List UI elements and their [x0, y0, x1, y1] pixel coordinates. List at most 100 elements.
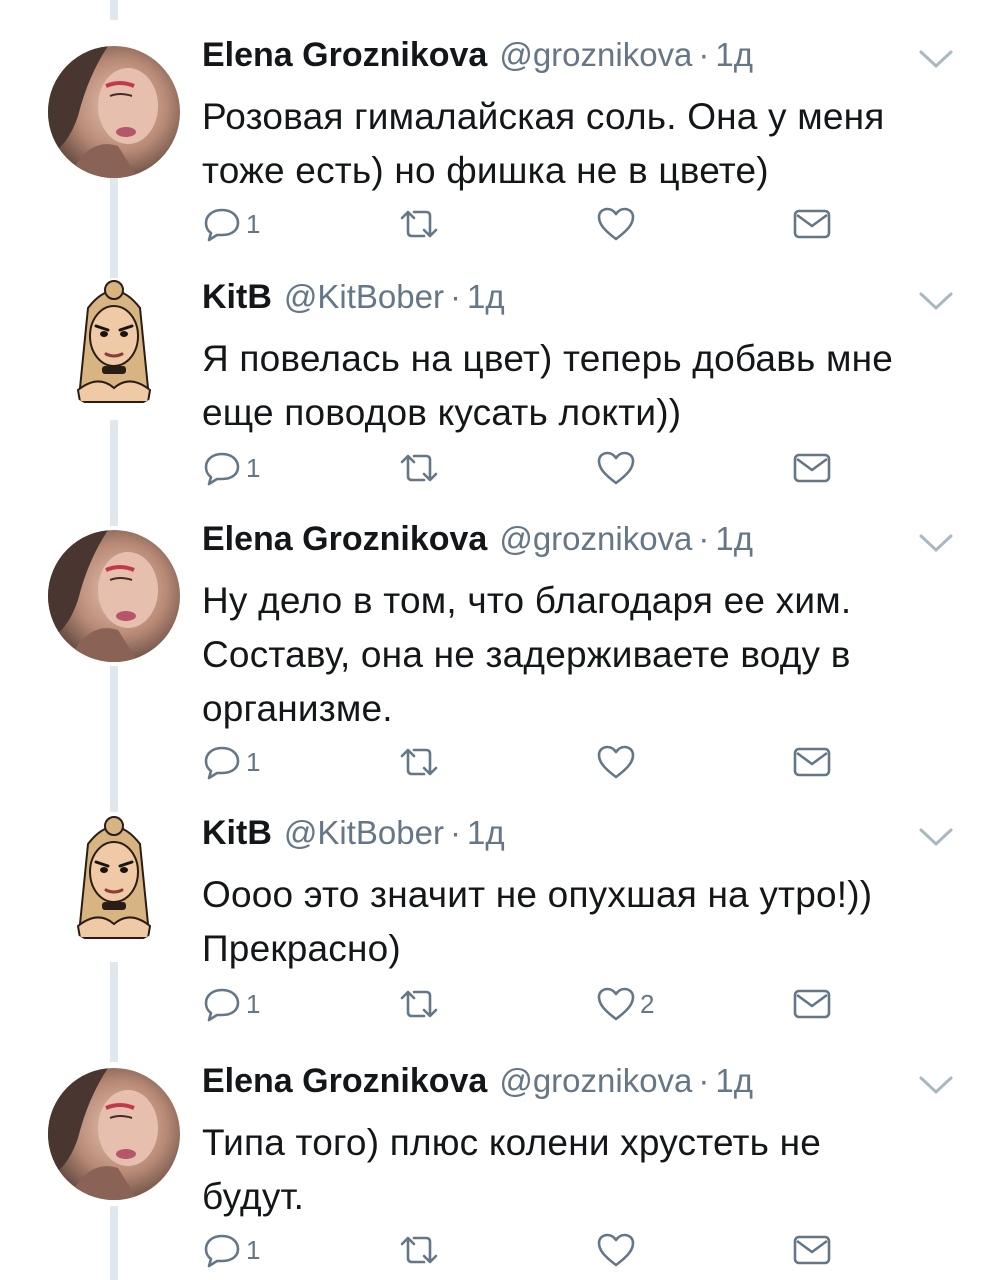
separator: · [698, 1062, 710, 1099]
tweet-actions: 1 [202, 206, 842, 246]
avatar[interactable] [48, 814, 180, 946]
dm-button[interactable] [792, 1232, 832, 1268]
timestamp[interactable]: 1д [467, 814, 505, 852]
envelope-icon [793, 209, 831, 239]
tweet-text-line: Типа того) плюс колени хрустеть не [202, 1122, 822, 1163]
author-name[interactable]: KitB [202, 278, 272, 317]
tweet-text-line: Я повелась на цвет) теперь добавь мне [202, 338, 894, 379]
author-name[interactable]: Elena Groznikova [202, 1062, 487, 1101]
reply-button[interactable]: 1 [202, 986, 260, 1022]
reply-icon [204, 746, 240, 780]
timestamp[interactable]: 1д [715, 520, 753, 558]
retweet-icon [400, 1236, 438, 1264]
reply-icon [204, 988, 240, 1022]
dm-button[interactable] [792, 986, 832, 1022]
reply-button[interactable]: 1 [202, 206, 260, 242]
tweet-header: Elena Groznikova @groznikova · 1д [202, 36, 753, 86]
author-handle[interactable]: @groznikova [499, 1062, 692, 1100]
envelope-icon [793, 989, 831, 1019]
author-name[interactable]: KitB [202, 814, 272, 853]
tweet-header: Elena Groznikova @groznikova · 1д [202, 1062, 753, 1112]
reply-icon [204, 208, 240, 242]
tweet-text-line: Оооо это значит не опухшая на утро!)) [202, 874, 873, 915]
tweet-text: Оооо это значит не опухшая на утро!)) Пр… [202, 868, 962, 976]
retweet-icon [400, 748, 438, 776]
chevron-down-icon[interactable] [918, 532, 954, 554]
tweet-text: Розовая гималайская соль. Она у меня тож… [202, 90, 962, 198]
timestamp[interactable]: 1д [467, 278, 505, 316]
separator: · [698, 36, 710, 73]
chevron-down-icon[interactable] [918, 826, 954, 848]
author-handle[interactable]: @KitBober [284, 814, 444, 852]
retweet-button[interactable] [398, 986, 440, 1022]
tweet-text-line: организме. [202, 688, 393, 729]
tweet[interactable]: KitB @KitBober · 1д Оооо это значит не о… [0, 814, 996, 1044]
timestamp[interactable]: 1д [715, 36, 753, 74]
retweet-button[interactable] [398, 450, 440, 486]
chevron-down-icon[interactable] [918, 1074, 954, 1096]
like-count: 2 [640, 988, 655, 1019]
separator: · [449, 278, 461, 315]
dm-button[interactable] [792, 744, 832, 780]
reply-count: 1 [246, 1234, 261, 1265]
tweet[interactable]: Elena Groznikova @groznikova · 1д Типа т… [0, 1062, 996, 1280]
tweet-text: Ну дело в том, что благодаря ее хим. Сос… [202, 574, 962, 736]
avatar[interactable] [48, 278, 180, 410]
author-handle[interactable]: @groznikova [499, 36, 692, 74]
tweet-actions: 1 [202, 1232, 842, 1272]
tweet[interactable]: Elena Groznikova @groznikova · 1д Ну дел… [0, 520, 996, 800]
retweet-icon [400, 454, 438, 482]
heart-icon [597, 207, 635, 241]
reply-icon [204, 452, 240, 486]
author-handle[interactable]: @groznikova [499, 520, 692, 558]
reply-count: 1 [246, 746, 261, 777]
author-name[interactable]: Elena Groznikova [202, 520, 487, 559]
avatar[interactable] [48, 1068, 180, 1200]
reply-count: 1 [246, 452, 261, 483]
tweet-text: Я повелась на цвет) теперь добавь мне ещ… [202, 332, 962, 440]
reply-icon [204, 1234, 240, 1268]
envelope-icon [793, 1235, 831, 1265]
reply-button[interactable]: 1 [202, 1232, 260, 1268]
reply-button[interactable]: 1 [202, 450, 260, 486]
heart-icon [597, 987, 635, 1021]
heart-icon [597, 1233, 635, 1267]
tweet-header: KitB @KitBober · 1д [202, 814, 505, 864]
separator: · [449, 814, 461, 851]
avatar[interactable] [48, 46, 180, 178]
chevron-down-icon[interactable] [918, 48, 954, 70]
retweet-button[interactable] [398, 744, 440, 780]
like-button[interactable] [596, 1232, 640, 1268]
reply-count: 1 [246, 208, 261, 239]
like-button[interactable] [596, 744, 640, 780]
tweet[interactable]: Elena Groznikova @groznikova · 1д Розова… [0, 36, 996, 266]
like-button[interactable] [596, 206, 640, 242]
tweet-actions: 1 [202, 744, 842, 784]
timestamp[interactable]: 1д [715, 1062, 753, 1100]
retweet-button[interactable] [398, 1232, 440, 1268]
tweet-header: Elena Groznikova @groznikova · 1д [202, 520, 753, 570]
retweet-button[interactable] [398, 206, 440, 242]
tweet-text-line: Прекрасно) [202, 928, 401, 969]
heart-icon [597, 451, 635, 485]
like-button[interactable] [596, 450, 640, 486]
tweet-actions: 1 [202, 450, 842, 490]
reply-count: 1 [246, 988, 261, 1019]
author-name[interactable]: Elena Groznikova [202, 36, 487, 75]
avatar[interactable] [48, 530, 180, 662]
retweet-icon [400, 990, 438, 1018]
tweet-text-line: будут. [202, 1176, 305, 1217]
tweet-actions: 1 2 [202, 986, 842, 1026]
author-handle[interactable]: @KitBober [284, 278, 444, 316]
retweet-icon [400, 210, 438, 238]
tweet-text-line: Ну дело в том, что благодаря ее хим. [202, 580, 852, 621]
tweet-text-line: еще поводов кусать локти)) [202, 392, 682, 433]
dm-button[interactable] [792, 450, 832, 486]
reply-button[interactable]: 1 [202, 744, 260, 780]
tweet[interactable]: KitB @KitBober · 1д Я повелась на цвет) … [0, 278, 996, 508]
chevron-down-icon[interactable] [918, 290, 954, 312]
like-button[interactable]: 2 [596, 986, 654, 1022]
separator: · [698, 520, 710, 557]
tweet-text: Типа того) плюс колени хрустеть не будут… [202, 1116, 962, 1224]
dm-button[interactable] [792, 206, 832, 242]
